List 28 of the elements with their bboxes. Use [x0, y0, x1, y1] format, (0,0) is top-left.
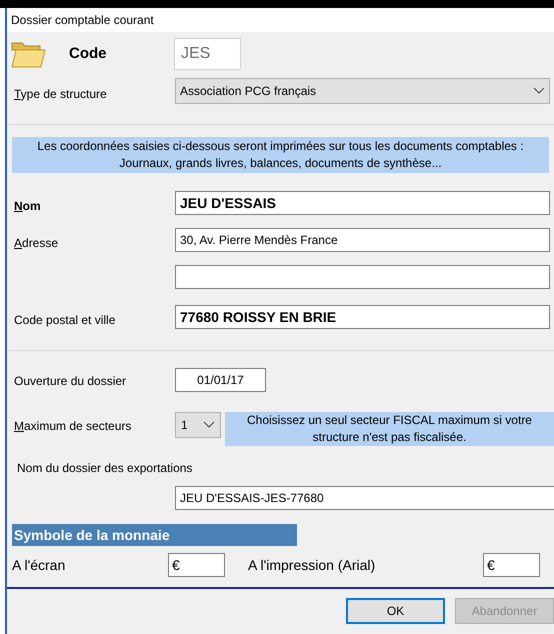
- currency-heading: Symbole de la monnaie: [12, 524, 297, 546]
- code-label: Code: [69, 44, 108, 64]
- info-banner: Les coordonnées saisies ci-dessous seront imprimées sur tous les documents comptables : Journaux, grands livres, balances, documents de synthèse...: [12, 137, 549, 173]
- window-title: Dossier comptable courant: [11, 12, 154, 29]
- print-symbol-label: A l'impression (Arial): [248, 556, 376, 575]
- empty-text-field[interactable]: [175, 265, 550, 289]
- export-field[interactable]: JEU D'ESSAIS-JES-77680: [175, 486, 554, 510]
- sectors-hint: Choisissez un seul secteur FISCAL maximum si votre structure n'est pas fiscalisée.: [225, 412, 554, 446]
- text-field[interactable]: 30, Av. Pierre Mendès France: [175, 228, 550, 252]
- text-field[interactable]: JEU D'ESSAIS: [175, 191, 550, 215]
- dialog-button[interactable]: OK: [346, 598, 445, 624]
- chevron-down-icon: [203, 421, 215, 429]
- structure-dropdown[interactable]: Association PCG français: [175, 78, 550, 104]
- screen-symbol-label: A l'écran: [12, 556, 66, 574]
- structure-label: Type de structure: [14, 87, 107, 101]
- field-label: Adresse: [14, 236, 58, 250]
- code-field[interactable]: JES: [174, 38, 241, 70]
- screen-symbol-field[interactable]: €: [168, 553, 225, 577]
- sectors-label: Maximum de secteurs: [14, 419, 132, 433]
- opening-label: Ouverture du dossier: [14, 374, 126, 388]
- field-label: Code postal et ville: [14, 313, 116, 327]
- field-label: Nom: [14, 199, 41, 213]
- chevron-down-icon: [533, 87, 545, 95]
- sectors-dropdown[interactable]: 1: [175, 412, 221, 438]
- text-field[interactable]: 77680 ROISSY EN BRIE: [175, 305, 550, 329]
- date-field[interactable]: 01/01/17: [175, 368, 266, 392]
- print-symbol-field[interactable]: €: [483, 553, 540, 577]
- export-label: Nom du dossier des exportations: [17, 461, 192, 475]
